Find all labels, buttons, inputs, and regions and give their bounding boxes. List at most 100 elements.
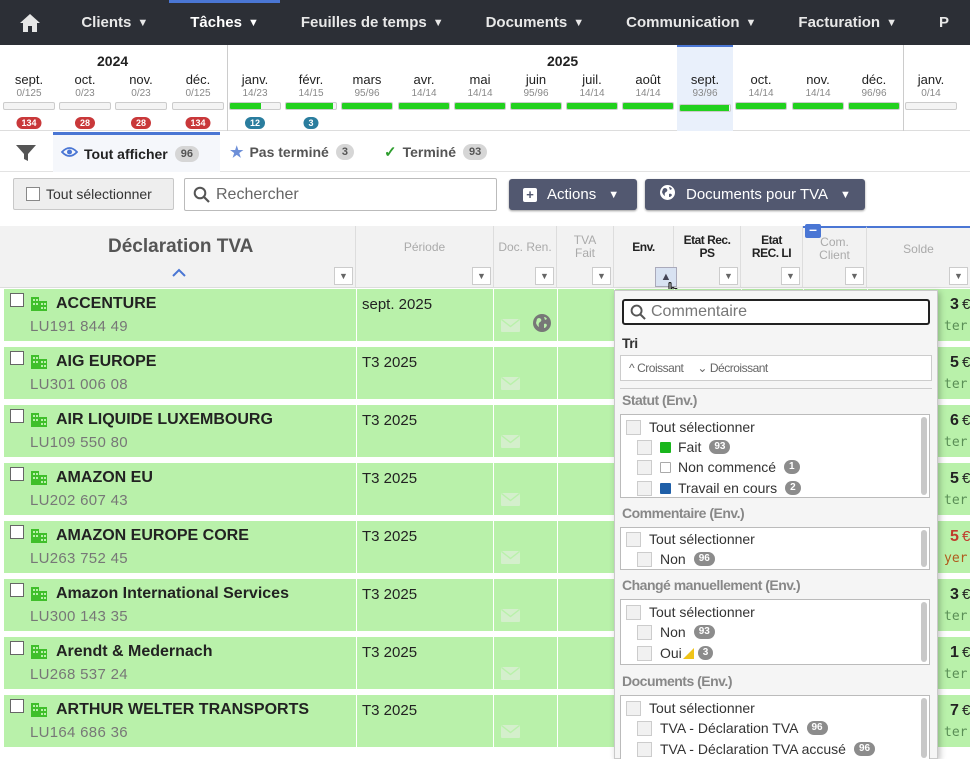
checkbox[interactable]	[26, 187, 40, 201]
statut-item-non-commence[interactable]: Non commencé 1	[637, 459, 800, 475]
search-input[interactable]	[216, 185, 486, 204]
timeline-month[interactable]: janv. 14/23 12	[227, 45, 283, 131]
row-checkbox[interactable]	[10, 409, 24, 423]
header-periode[interactable]: Période ▼	[356, 226, 494, 288]
client-name[interactable]: AMAZON EUROPE CORE	[56, 527, 249, 545]
checkbox[interactable]	[626, 419, 641, 435]
nav-communication[interactable]: Communication ▼	[605, 0, 777, 45]
select-all-item[interactable]: Tout sélectionner	[626, 531, 755, 547]
mail-icon[interactable]	[501, 608, 520, 622]
change-item-oui[interactable]: Oui 3	[637, 645, 714, 661]
header-etat-rec-li[interactable]: Etat REC. LI ▼	[741, 226, 803, 288]
scrollbar[interactable]	[921, 602, 927, 662]
checkbox[interactable]	[626, 700, 641, 716]
timeline-month[interactable]: mai 14/14	[452, 45, 508, 131]
tab-termine[interactable]: ✓ Terminé 93	[384, 132, 488, 172]
header-declaration-tva[interactable]: Déclaration TVA ▼	[0, 226, 356, 288]
client-name[interactable]: AIR LIQUIDE LUXEMBOURG	[56, 411, 273, 429]
header-solde[interactable]: Solde ▼	[867, 226, 970, 288]
row-checkbox[interactable]	[10, 583, 24, 597]
header-etat-rec-ps[interactable]: Etat Rec. PS ▼	[674, 226, 741, 288]
timeline-month[interactable]: sept. 93/96	[677, 45, 733, 131]
checkbox[interactable]	[637, 624, 652, 640]
row-checkbox[interactable]	[10, 293, 24, 307]
checkbox[interactable]	[637, 459, 652, 475]
documents-tva-button[interactable]: Documents pour TVA ▼	[645, 179, 865, 210]
column-menu-button[interactable]: ▼	[472, 267, 491, 285]
column-menu-button[interactable]: ▼	[845, 267, 864, 285]
checkbox[interactable]	[637, 551, 652, 567]
timeline-month[interactable]: oct. 0/23 28	[57, 45, 113, 131]
scrollbar[interactable]	[921, 698, 927, 758]
documents-item[interactable]: TVA - Déclaration TVA accusé 96	[637, 741, 876, 757]
column-menu-button[interactable]: ▼	[781, 267, 800, 285]
timeline-month[interactable]: avr. 14/14	[396, 45, 452, 131]
row-checkbox[interactable]	[10, 699, 24, 713]
checkbox[interactable]	[637, 439, 652, 455]
row-checkbox[interactable]	[10, 525, 24, 539]
collapse-group-button[interactable]: –	[805, 222, 821, 238]
row-checkbox[interactable]	[10, 467, 24, 481]
checkbox[interactable]	[637, 480, 652, 496]
mail-icon[interactable]	[501, 434, 520, 448]
column-menu-button[interactable]: ▼	[592, 267, 611, 285]
mail-icon[interactable]	[501, 666, 520, 680]
row-checkbox[interactable]	[10, 351, 24, 365]
timeline-month[interactable]: juil. 14/14	[564, 45, 620, 131]
sort-up-icon[interactable]	[172, 268, 186, 278]
scrollbar[interactable]	[921, 530, 927, 567]
timeline-month[interactable]: janv. 0/14	[903, 45, 959, 131]
column-menu-button[interactable]: ▼	[334, 267, 353, 285]
mail-icon[interactable]	[501, 318, 520, 332]
checkbox[interactable]	[626, 604, 641, 620]
nav-clients[interactable]: Clients ▼	[60, 0, 169, 45]
column-menu-button[interactable]: ▼	[949, 267, 968, 285]
client-name[interactable]: ARTHUR WELTER TRANSPORTS	[56, 701, 309, 719]
timeline-month[interactable]: juin 95/96	[508, 45, 564, 131]
commentaire-item-non[interactable]: Non 96	[637, 551, 715, 567]
client-name[interactable]: Arendt & Medernach	[56, 643, 212, 661]
nav-taches[interactable]: Tâches ▼	[169, 0, 280, 45]
filter-icon[interactable]	[15, 143, 37, 163]
row-checkbox[interactable]	[10, 641, 24, 655]
client-name[interactable]: AIG EUROPE	[56, 353, 156, 371]
nav-facturation[interactable]: Facturation ▼	[777, 0, 918, 45]
client-name[interactable]: AMAZON EU	[56, 469, 153, 487]
checkbox[interactable]	[637, 645, 652, 661]
home-button[interactable]	[0, 0, 60, 45]
timeline-month[interactable]: févr. 14/15 3	[283, 45, 339, 131]
scrollbar[interactable]	[921, 417, 927, 495]
globe-icon[interactable]	[532, 313, 552, 333]
column-menu-button[interactable]: ▼	[719, 267, 738, 285]
nav-more[interactable]: P	[918, 0, 970, 45]
timeline-month[interactable]: mars 95/96	[339, 45, 395, 131]
client-name[interactable]: ACCENTURE	[56, 295, 156, 313]
timeline-month[interactable]: août 14/14	[620, 45, 676, 131]
select-all-item[interactable]: Tout sélectionner	[626, 419, 755, 435]
nav-documents[interactable]: Documents ▼	[465, 0, 606, 45]
tab-tout-afficher[interactable]: Tout afficher 96	[53, 132, 220, 172]
timeline-month[interactable]: déc. 96/96	[846, 45, 902, 131]
statut-item-travail-en-cours[interactable]: Travail en cours 2	[637, 480, 801, 496]
change-item-non[interactable]: Non 93	[637, 624, 715, 640]
panel-search-input[interactable]	[651, 303, 921, 321]
sort-desc-button[interactable]: ⌄ Décroissant	[697, 361, 768, 375]
mail-icon[interactable]	[501, 492, 520, 506]
select-all-button[interactable]: Tout sélectionner	[13, 178, 174, 210]
client-name[interactable]: Amazon International Services	[56, 585, 289, 603]
sort-asc-button[interactable]: ^ Croissant	[629, 361, 684, 375]
select-all-item[interactable]: Tout sélectionner	[626, 700, 755, 716]
statut-item-fait[interactable]: Fait 93	[637, 439, 731, 455]
timeline-month[interactable]: déc. 0/125 134	[170, 45, 226, 131]
select-all-item[interactable]: Tout sélectionner	[626, 604, 755, 620]
column-menu-button[interactable]: ▼	[535, 267, 554, 285]
mail-icon[interactable]	[501, 724, 520, 738]
mail-icon[interactable]	[501, 550, 520, 564]
timeline-month[interactable]: nov. 0/23 28	[113, 45, 169, 131]
checkbox[interactable]	[637, 720, 652, 736]
tab-pas-termine[interactable]: ★ Pas terminé 3	[230, 132, 354, 172]
actions-button[interactable]: + Actions ▼	[509, 179, 637, 210]
nav-feuilles-de-temps[interactable]: Feuilles de temps ▼	[280, 0, 465, 45]
checkbox[interactable]	[626, 531, 641, 547]
header-tva-fait[interactable]: TVA Fait ▼	[557, 226, 614, 288]
